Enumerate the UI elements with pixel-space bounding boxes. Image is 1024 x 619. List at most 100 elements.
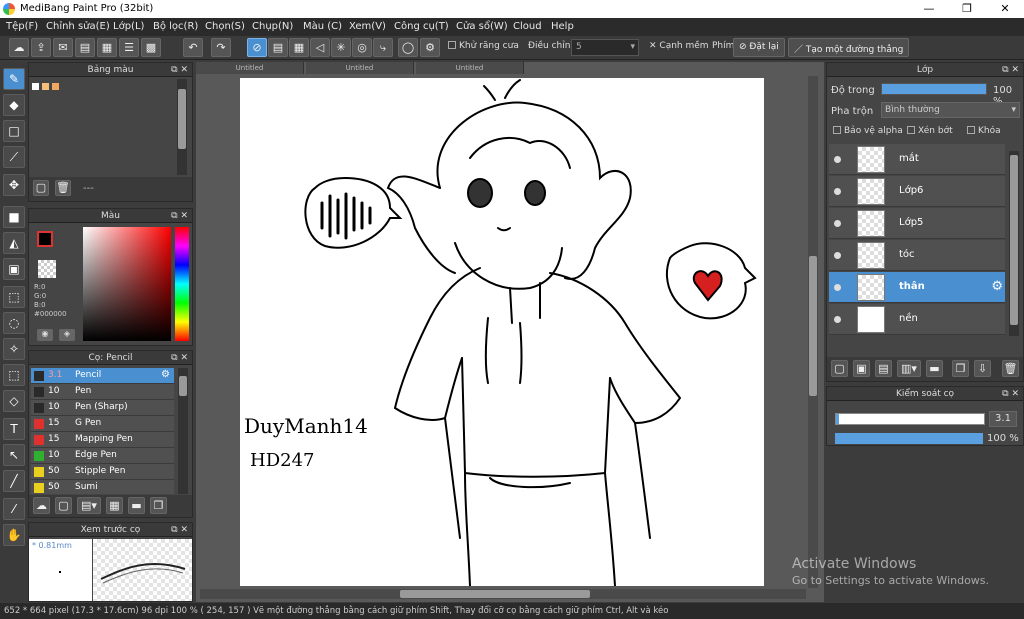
layer-item[interactable]: Lớp6 — [829, 176, 1005, 207]
menu-snap[interactable]: Chụp(N) — [252, 21, 293, 32]
new-brush-icon[interactable]: ▢ — [55, 497, 72, 514]
layer-item[interactable]: thân ⚙ — [829, 272, 1005, 303]
snap-curve-icon[interactable]: ⤷ — [373, 38, 393, 57]
layer-item[interactable]: mắt — [829, 144, 1005, 175]
layer-scrollbar[interactable] — [1009, 151, 1019, 336]
magic-wand-icon[interactable]: ✧ — [3, 338, 25, 360]
brush-opacity-slider[interactable] — [835, 433, 983, 444]
snap-grid-icon[interactable]: ▦ — [289, 38, 309, 57]
select-tool-icon[interactable]: ⬚ — [3, 286, 25, 308]
minimize-button[interactable]: — — [910, 0, 948, 18]
menu-view[interactable]: Xem(V) — [349, 21, 386, 32]
panel-popout-icon[interactable]: ⧉ ✕ — [171, 63, 188, 77]
brush-item[interactable]: 15 G Pen — [31, 416, 174, 432]
gear-icon[interactable]: ⚙ — [161, 369, 170, 380]
brush-tool-icon[interactable]: ✎ — [3, 68, 25, 90]
transparent-color-swatch[interactable] — [38, 260, 56, 278]
snap-parallel-icon[interactable]: ▤ — [268, 38, 288, 57]
reset-button[interactable]: ⊘ Đặt lại — [733, 38, 785, 57]
visibility-eye-icon[interactable] — [834, 220, 841, 227]
brush-properties-icon[interactable]: ▦ — [106, 497, 123, 514]
eraser-tool-icon[interactable]: ◆ — [3, 94, 25, 116]
lasso-tool-icon[interactable]: ◌ — [3, 312, 25, 334]
move-tool-icon[interactable]: ✥ — [3, 174, 25, 196]
visibility-eye-icon[interactable] — [834, 316, 841, 323]
trash-icon[interactable]: 🗑 — [55, 180, 71, 196]
brush-item[interactable]: 10 Pen (Sharp) — [31, 400, 174, 416]
snap-ellipse-icon[interactable]: ◯ — [398, 38, 418, 57]
scroll-thumb[interactable] — [178, 89, 186, 149]
new-halftone-layer-icon[interactable]: ▣ — [853, 360, 870, 377]
new-layer-icon[interactable]: ▢ — [831, 360, 848, 377]
menu-select[interactable]: Chọn(S) — [205, 21, 245, 32]
brush-item[interactable]: 50 Sumi — [31, 480, 174, 494]
color-wheel-icon[interactable]: ◉ — [37, 329, 53, 341]
scroll-thumb[interactable] — [400, 590, 590, 598]
palette-swatch[interactable] — [32, 83, 39, 90]
brush-item[interactable]: 10 Pen — [31, 384, 174, 400]
divide-tool-icon[interactable]: ╱ — [3, 470, 25, 492]
folder-icon[interactable]: ▬ — [128, 497, 145, 514]
eyedropper-tool-icon[interactable]: ⁄ — [3, 498, 25, 520]
gradient-tool-icon[interactable]: ▣ — [3, 258, 25, 280]
palette-swatch[interactable] — [42, 83, 49, 90]
panel-popout-icon[interactable]: ⧉ ✕ — [171, 209, 188, 223]
menu-file[interactable]: Tệp(F) — [6, 21, 38, 32]
hand-tool-icon[interactable]: ✋ — [3, 524, 25, 546]
menu-window[interactable]: Cửa sổ(W) — [456, 21, 508, 32]
duplicate-icon[interactable]: ❐ — [150, 497, 167, 514]
close-button[interactable]: ✕ — [986, 0, 1024, 18]
straight-line-button[interactable]: ／ Tạo một đường thẳng — [788, 38, 910, 57]
lock-checkbox[interactable]: Khóa — [967, 126, 1001, 136]
undo-icon[interactable]: ↶ — [183, 38, 203, 57]
panel-popout-icon[interactable]: ⧉ ✕ — [171, 351, 188, 365]
grid-icon[interactable]: ▩ — [141, 38, 161, 57]
saturation-value-picker[interactable] — [83, 227, 171, 341]
document-icon[interactable]: ▦ — [97, 38, 117, 57]
select-pen-icon[interactable]: ⬚ — [3, 364, 25, 386]
color-slider-icon[interactable]: ◈ — [59, 329, 75, 341]
brush-item[interactable]: 15 Mapping Pen — [31, 432, 174, 448]
operation-tool-icon[interactable]: ↖ — [3, 444, 25, 466]
smooth-edge-toggle[interactable]: ✕ Cạnh mềm — [649, 41, 709, 51]
menu-layer[interactable]: Lớp(L) — [113, 21, 144, 32]
snap-radial-icon[interactable]: ✳ — [331, 38, 351, 57]
cloud-icon[interactable]: ☁ — [9, 38, 29, 57]
layer-add-menu-icon[interactable]: ▥▾ — [897, 360, 921, 377]
redo-icon[interactable]: ↷ — [211, 38, 231, 57]
brush-scrollbar[interactable] — [178, 368, 188, 494]
delete-layer-icon[interactable]: 🗑 — [1002, 360, 1019, 377]
palette-scrollbar[interactable] — [177, 79, 187, 175]
document-tab[interactable]: Untitled — [196, 62, 304, 74]
layer-item[interactable]: Lớp5 — [829, 208, 1005, 239]
document-tab[interactable]: Untitled — [306, 62, 414, 74]
antialias-checkbox[interactable]: Khử răng cưa — [448, 41, 519, 51]
share-icon[interactable]: ⇪ — [31, 38, 51, 57]
new-8bit-layer-icon[interactable]: ▤ — [875, 360, 892, 377]
adjust-select[interactable]: 5 ▾ — [571, 39, 639, 56]
brush-size-value[interactable]: 3.1 — [989, 411, 1017, 427]
merge-layer-icon[interactable]: ⇩ — [974, 360, 991, 377]
blend-select[interactable]: Bình thường ▾ — [881, 102, 1020, 118]
rectangle-tool-icon[interactable]: □ — [3, 120, 25, 142]
select-eraser-icon[interactable]: ◇ — [3, 390, 25, 412]
visibility-eye-icon[interactable] — [834, 252, 841, 259]
chat-icon[interactable]: ✉ — [53, 38, 73, 57]
bucket-tool-icon[interactable]: ◭ — [3, 232, 25, 254]
layer-folder-icon[interactable]: ▬ — [926, 360, 943, 377]
foreground-color-swatch[interactable] — [37, 231, 53, 247]
scroll-thumb[interactable] — [1010, 155, 1018, 325]
canvas-horizontal-scrollbar[interactable] — [200, 589, 806, 599]
scroll-thumb[interactable] — [809, 256, 817, 396]
maximize-button[interactable]: ❐ — [948, 0, 986, 18]
brush-item[interactable]: 10 Edge Pen — [31, 448, 174, 464]
scroll-thumb[interactable] — [179, 376, 187, 396]
hue-slider[interactable] — [175, 227, 189, 341]
canvas-vertical-scrollbar[interactable] — [808, 76, 818, 588]
snap-settings-icon[interactable]: ⚙ — [420, 38, 440, 57]
opacity-slider[interactable] — [881, 83, 987, 95]
drawing-canvas[interactable]: DuyManh14 HD247 — [240, 78, 764, 586]
menu-color[interactable]: Màu (C) — [303, 21, 342, 32]
document-tab[interactable]: Untitled — [416, 62, 524, 74]
new-palette-icon[interactable]: ▢ — [33, 180, 49, 196]
